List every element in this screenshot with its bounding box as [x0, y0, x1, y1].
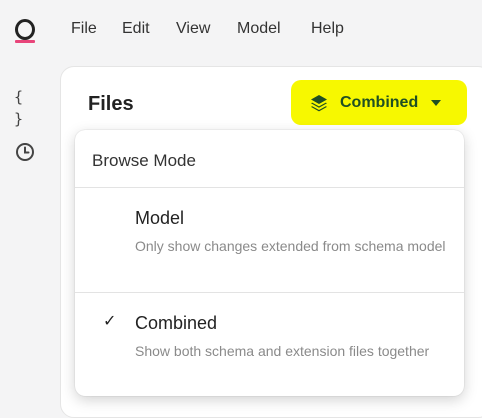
- app-logo-icon[interactable]: [14, 19, 36, 43]
- menu-view[interactable]: View: [176, 20, 210, 38]
- option-model[interactable]: Model Only show changes extended from sc…: [75, 188, 464, 292]
- browse-mode-button[interactable]: Combined: [291, 80, 467, 125]
- logo-ring: [15, 19, 35, 40]
- option-combined-name: Combined: [135, 313, 218, 333]
- menu-bar: File Edit View Model Help: [0, 0, 482, 60]
- option-combined-description: Show both schema and extension files tog…: [135, 343, 430, 359]
- menu-edit[interactable]: Edit: [122, 20, 150, 38]
- check-icon: ✓: [103, 313, 117, 330]
- files-title: Files: [88, 93, 134, 115]
- browse-mode-label: Combined: [340, 94, 419, 111]
- option-model-name: Model: [135, 208, 185, 228]
- left-rail: [0, 60, 58, 407]
- braces-icon[interactable]: { }: [14, 86, 36, 128]
- menu-help[interactable]: Help: [311, 20, 344, 38]
- menu-model[interactable]: Model: [237, 20, 281, 38]
- option-combined[interactable]: ✓ Combined Show both schema and extensio…: [75, 293, 464, 396]
- browse-mode-dropdown: Browse Mode Model Only show changes exte…: [75, 130, 464, 396]
- history-icon[interactable]: [14, 141, 36, 163]
- caret-down-icon: [431, 100, 441, 106]
- dropdown-title: Browse Mode: [92, 151, 196, 170]
- layers-icon: [309, 93, 329, 113]
- option-model-description: Only show changes extended from schema m…: [135, 238, 446, 254]
- menu-file[interactable]: File: [71, 20, 97, 38]
- logo-underline: [15, 40, 35, 43]
